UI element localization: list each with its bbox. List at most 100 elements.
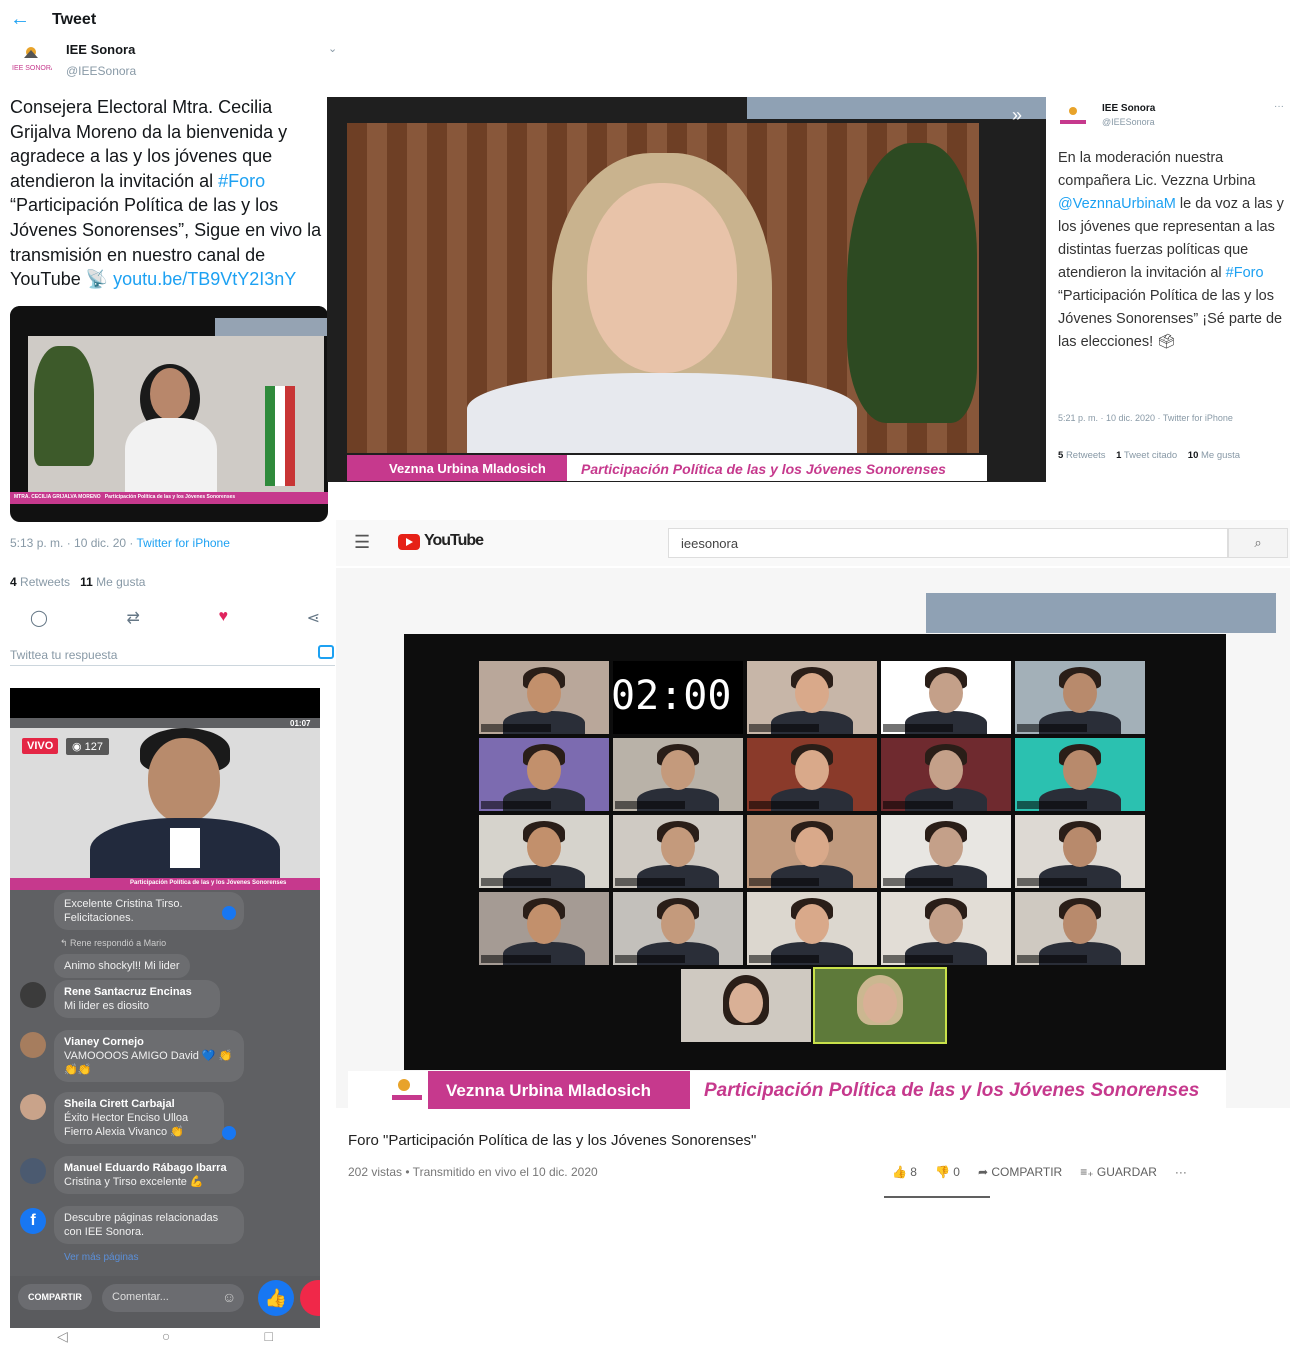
participant-tile — [881, 738, 1011, 811]
like-reaction-icon — [222, 1126, 236, 1140]
video-actions: 👍 8 👎 0 ➦ COMPARTIR ≡₊ GUARDAR ··· — [892, 1165, 1187, 1179]
back-arrow-icon[interactable]: ← — [10, 8, 30, 31]
participant-tile — [747, 892, 877, 965]
youtube-play-icon — [398, 534, 420, 550]
recents-icon[interactable]: □ — [264, 1328, 272, 1347]
retweet-icon[interactable]: ⇄ — [127, 608, 140, 628]
youtube-panel: ☰ YouTube ieesonora ⌕ 02:00 Veznna Urbin… — [336, 520, 1290, 1210]
speaker-video — [347, 123, 979, 453]
more-icon[interactable]: ··· — [1274, 101, 1284, 112]
divider — [10, 665, 335, 666]
video-title: Foro "Participación Política de las y lo… — [348, 1132, 757, 1149]
participant-tile — [613, 892, 743, 965]
home-icon[interactable]: ○ — [162, 1328, 170, 1347]
youtube-link[interactable]: youtu.be/TB9VtY2I3nY — [113, 269, 296, 289]
tweet-actions: ◯ ⇄ ♥ ⋖ — [30, 608, 320, 628]
tweet-timestamp: 5:21 p. m. · 10 dic. 2020 · Twitter for … — [1058, 413, 1233, 423]
reply-input[interactable]: Twittea tu respuesta — [10, 648, 117, 662]
comment-item: Vianey Cornejo VAMOOOOS AMIGO David 💙 👏👏👏 — [54, 1030, 244, 1082]
share-button[interactable]: ➦ COMPARTIR — [978, 1165, 1062, 1179]
mention-link[interactable]: @VeznnaUrbinaM — [1058, 196, 1176, 212]
save-button[interactable]: ≡₊ GUARDAR — [1080, 1165, 1157, 1179]
countdown-timer: 02:00 — [611, 673, 732, 719]
share-icon[interactable]: ⋖ — [307, 608, 320, 628]
viewer-count: ◉ 127 — [66, 738, 110, 755]
comment-item: Excelente Cristina Tirso. Felicitaciones… — [54, 892, 244, 930]
iee-logo: IEE SONORA — [12, 47, 52, 72]
avatar[interactable] — [20, 1032, 46, 1058]
participant-tile — [747, 738, 877, 811]
video-banner: Participación Política de las y los Jóve… — [690, 1071, 1226, 1109]
avatar[interactable] — [20, 1158, 46, 1184]
suggest-box: Descubre páginas relacionadas con IEE So… — [54, 1206, 244, 1244]
video-meta: 202 vistas • Transmitido en vivo el 10 d… — [348, 1165, 598, 1179]
share-button[interactable]: COMPARTIR — [18, 1284, 92, 1310]
like-reaction-icon — [222, 906, 236, 920]
live-clock: 01:07 — [290, 719, 311, 728]
like-icon[interactable]: ♥ — [219, 608, 229, 628]
video-player[interactable]: Veznna Urbina Mladosich Participación Po… — [327, 97, 1047, 482]
live-badge: VIVO — [22, 738, 59, 754]
account-name[interactable]: IEE Sonora — [66, 42, 135, 57]
search-input[interactable]: ieesonora — [668, 528, 1228, 558]
android-nav-bar: ◁ ○ □ — [10, 1328, 320, 1347]
like-ratio-bar — [884, 1196, 990, 1198]
youtube-logo[interactable]: YouTube — [424, 532, 484, 550]
like-button[interactable]: 👍 — [258, 1280, 294, 1316]
participant-tile — [1015, 892, 1145, 965]
menu-icon[interactable]: ☰ — [354, 532, 370, 553]
like-button[interactable]: 👍 8 — [892, 1165, 917, 1179]
participant-tile — [613, 738, 743, 811]
svg-text:IEE SONORA: IEE SONORA — [12, 65, 52, 72]
eye-icon: ◉ — [72, 741, 82, 753]
reply-note: ↰ Rene respondió a Mario — [60, 938, 167, 948]
tweet-video-thumbnail[interactable]: MTRA. CECILIA GRIJALVA MORENO Participac… — [10, 306, 328, 522]
iee-logo-banner — [348, 1071, 428, 1109]
account-name[interactable]: IEE Sonora — [1102, 103, 1155, 114]
tweet-stats: 5 Retweets 1 Tweet citado 10 Me gusta — [1058, 450, 1241, 461]
participant-tile — [881, 815, 1011, 888]
participant-tile — [479, 738, 609, 811]
participant-tile — [747, 661, 877, 734]
participant-tile — [881, 661, 1011, 734]
participant-tile — [613, 815, 743, 888]
participant-tile — [1015, 661, 1145, 734]
tweet-stats: 4 Retweets 11 Me gusta — [10, 575, 146, 589]
page-title: Tweet — [52, 10, 97, 28]
chevron-down-icon[interactable]: ⌄ — [328, 42, 337, 55]
youtube-video-player[interactable]: 02:00 Veznna Urbina Mladosich Participac… — [336, 568, 1290, 1109]
comment-item: Manuel Eduardo Rábago Ibarra Cristina y T… — [54, 1156, 244, 1194]
camera-icon[interactable] — [318, 645, 334, 659]
tweet-panel-2: Veznna Urbina Mladosich Participación Po… — [327, 97, 1290, 482]
facebook-icon: f — [20, 1208, 46, 1234]
avatar[interactable] — [20, 1094, 46, 1120]
search-icon[interactable]: ⌕ — [1228, 528, 1288, 558]
hashtag-link[interactable]: #Foro — [1226, 265, 1264, 281]
back-icon[interactable]: ◁ — [57, 1328, 68, 1347]
participant-tile — [813, 967, 947, 1044]
participant-tile — [479, 815, 609, 888]
participant-tile — [1015, 738, 1145, 811]
tweet-timestamp: 5:13 p. m. · 10 dic. 20 · Twitter for iP… — [10, 536, 230, 550]
participant-tile — [1015, 815, 1145, 888]
expand-icon[interactable]: » — [1012, 105, 1022, 126]
dislike-button[interactable]: 👎 0 — [935, 1165, 960, 1179]
avatar[interactable] — [20, 982, 46, 1008]
participant-tile — [479, 661, 609, 734]
reply-icon[interactable]: ◯ — [30, 608, 48, 628]
more-icon[interactable]: ··· — [1175, 1165, 1187, 1179]
account-handle[interactable]: @IEESonora — [1102, 117, 1155, 127]
hashtag-link[interactable]: #Foro — [218, 171, 265, 191]
emoji-icon[interactable]: ☺ — [222, 1289, 236, 1305]
speaker-name-tag: Veznna Urbina Mladosich — [347, 455, 567, 481]
comment-item: Rene Santacruz Encinas Mi lider es diosit… — [54, 980, 220, 1018]
tweet-text: Consejera Electoral Mtra. Cecilia Grijal… — [10, 97, 322, 290]
see-more-pages-link[interactable]: Ver más páginas — [64, 1252, 139, 1263]
source-link[interactable]: Twitter for iPhone — [137, 536, 230, 550]
video-lower-third: MTRA. CECILIA GRIJALVA MORENO Participac… — [10, 492, 328, 504]
comment-item: Animo shockyl!! Mi lider — [54, 954, 190, 978]
comment-item: Sheila Cirett Carbajal Éxito Hector Encis… — [54, 1092, 224, 1144]
account-handle[interactable]: @IEESonora — [66, 64, 136, 78]
speaker-name-tag: Veznna Urbina Mladosich — [428, 1071, 690, 1109]
facebook-live-panel: 01:07 VIVO ◉ 127 Participación Política … — [10, 688, 320, 1328]
